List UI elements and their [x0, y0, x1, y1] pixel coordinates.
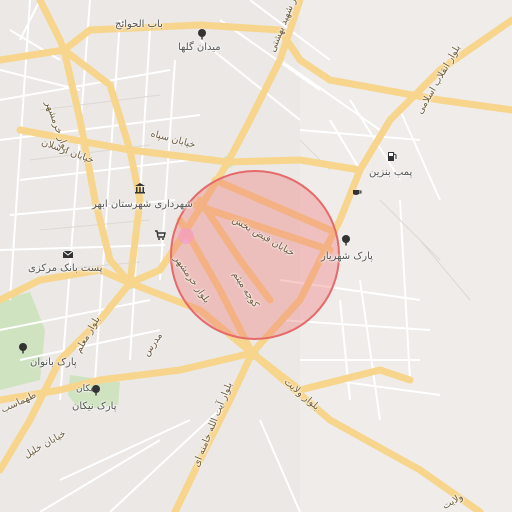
- tree-icon[interactable]: [90, 384, 102, 396]
- tree-icon[interactable]: [196, 28, 208, 40]
- selection-radius-circle[interactable]: [170, 170, 340, 340]
- fuel-pump-icon[interactable]: [386, 150, 398, 162]
- label-meydan-golha: میدان گلها: [178, 42, 221, 53]
- label-park-banovan: پارک بانوان: [30, 357, 77, 368]
- label-park-nikan: پارک نیکان: [72, 401, 117, 412]
- label-post-bank: پست بانک مرکزی: [28, 263, 103, 274]
- tree-icon[interactable]: [340, 234, 352, 246]
- label-bab-alhavaej: باب الحوائج: [115, 19, 163, 30]
- label-park-shahriar: پارک شهریار: [321, 251, 373, 262]
- tree-icon[interactable]: [17, 342, 29, 354]
- label-shahrdari: شهرداری شهرستان ابهر: [92, 199, 193, 210]
- label-pomp-benzin: پمپ بنزین: [369, 167, 413, 178]
- shopping-cart-icon[interactable]: [154, 229, 166, 241]
- museum-icon[interactable]: [134, 182, 146, 194]
- envelope-icon[interactable]: [62, 248, 74, 260]
- map-canvas[interactable]: باب الحوائج میدان گلها بلوار شهید بهشتی …: [0, 0, 512, 512]
- cafe-icon[interactable]: [351, 186, 363, 198]
